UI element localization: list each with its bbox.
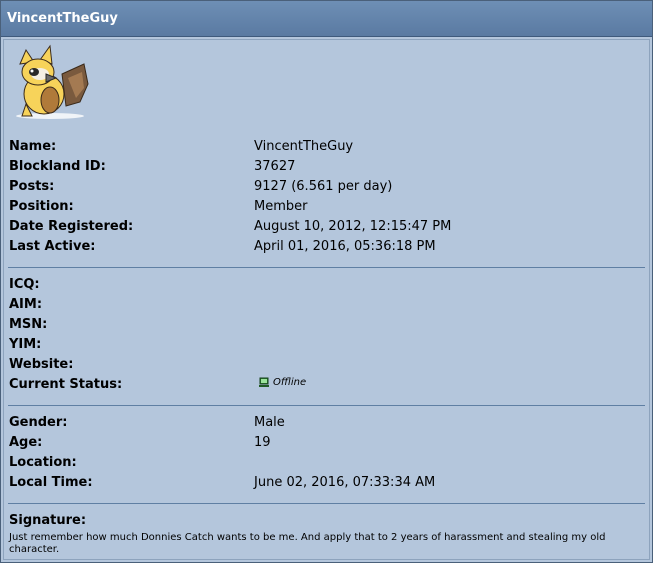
- detail-value: VincentTheGuy: [254, 139, 354, 154]
- profile-username-title: VincentTheGuy: [7, 11, 118, 26]
- signature-label: Signature:: [9, 513, 87, 528]
- personal-value: Male: [254, 415, 285, 430]
- detail-value: August 10, 2012, 12:15:47 PM: [254, 219, 452, 234]
- detail-value: 9127 (6.561 per day): [254, 179, 393, 194]
- status-label: Current Status:: [9, 377, 123, 392]
- detail-value: April 01, 2016, 05:36:18 PM: [254, 239, 436, 254]
- avatar: [16, 44, 89, 119]
- detail-label: Name:: [9, 139, 57, 154]
- detail-label: Position:: [9, 199, 74, 214]
- signature-text: Just remember how much Donnies Catch wan…: [9, 532, 606, 555]
- contact-label: ICQ:: [9, 277, 40, 292]
- detail-label: Date Registered:: [9, 219, 134, 234]
- status-value: Offline: [273, 377, 307, 388]
- profile-header: VincentTheGuy: [1, 1, 652, 37]
- contact-label: Website:: [9, 357, 74, 372]
- detail-label: Last Active:: [9, 239, 96, 254]
- personal-label: Local Time:: [9, 475, 93, 490]
- personal-label: Gender:: [9, 415, 68, 430]
- personal-label: Location:: [9, 455, 77, 470]
- contact-label: MSN:: [9, 317, 48, 332]
- detail-label: Posts:: [9, 179, 55, 194]
- contact-label: YIM:: [9, 337, 42, 352]
- section-divider: [8, 503, 645, 504]
- personal-value: June 02, 2016, 07:33:34 AM: [254, 475, 436, 490]
- offline-computer-icon: [259, 377, 269, 387]
- personal-label: Age:: [9, 435, 43, 450]
- contact-label: AIM:: [9, 297, 43, 312]
- profile-body: Name: VincentTheGuy Blockland ID: 37627 …: [3, 39, 650, 560]
- online-status: Offline: [259, 377, 306, 388]
- section-divider: [8, 405, 645, 406]
- detail-value: 37627: [254, 159, 296, 174]
- detail-label: Blockland ID:: [9, 159, 106, 174]
- profile-window: VincentTheGuy Name: VincentTheGuy Blockl…: [0, 0, 653, 563]
- personal-value: 19: [254, 435, 271, 450]
- detail-value: Member: [254, 199, 308, 214]
- section-divider: [8, 267, 645, 268]
